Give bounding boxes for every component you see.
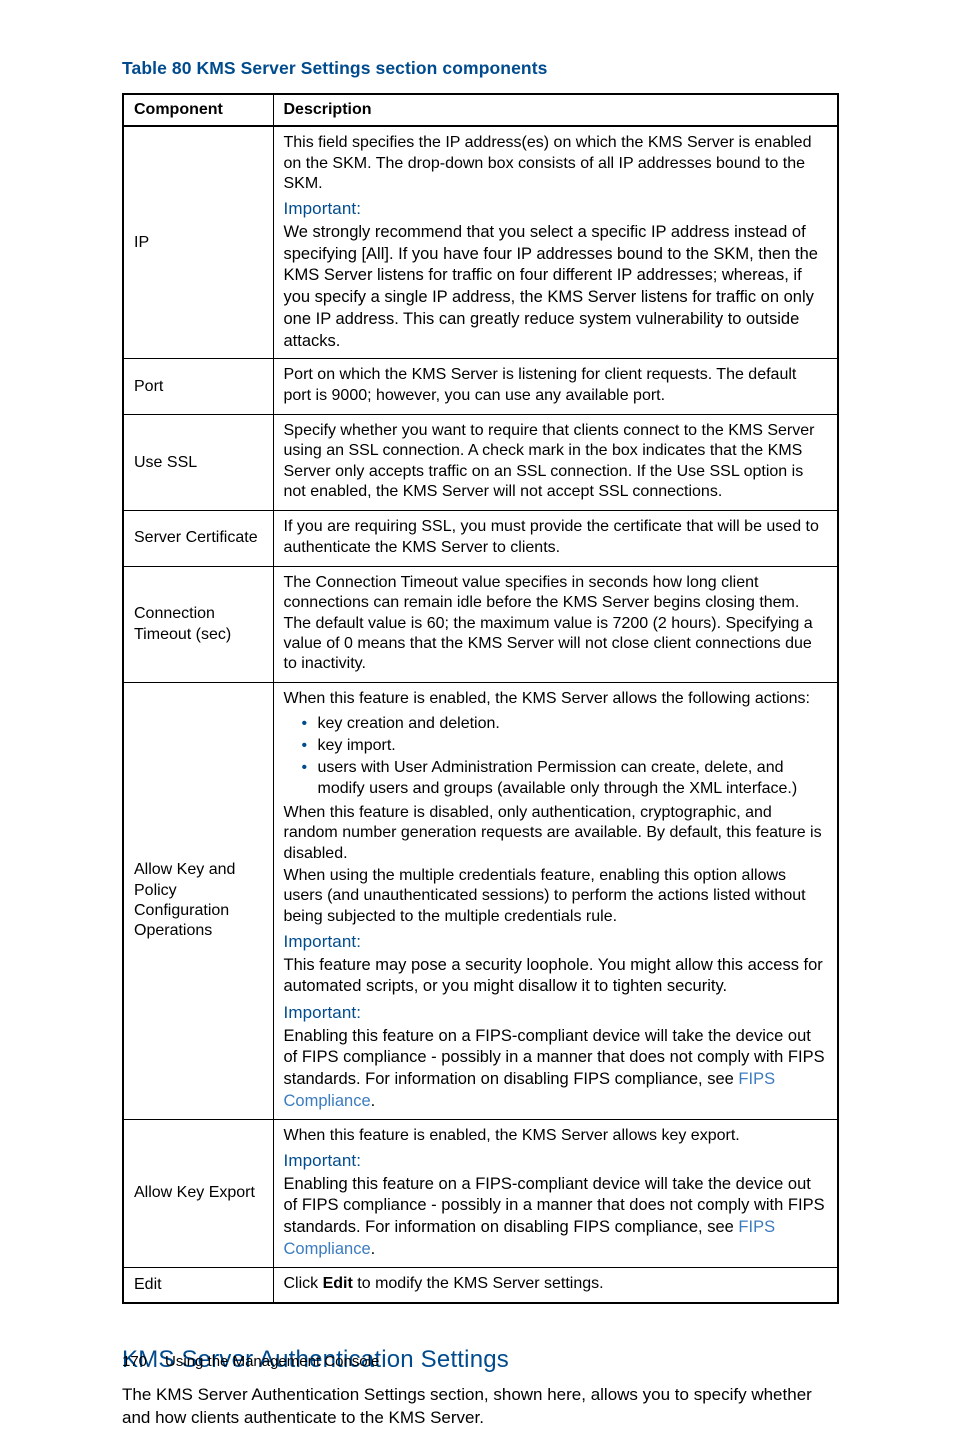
cell-description: If you are requiring SSL, you must provi… [273,511,838,567]
text: Specify whether you want to require that… [284,421,828,502]
text: When this feature is enabled, the KMS Se… [284,1126,828,1146]
important-label: Important: [284,1150,828,1172]
cell-component: Port [123,359,273,415]
list-item: key import. [302,736,828,756]
text: The Connection Timeout value specifies i… [284,573,828,675]
text: When using the multiple credentials feat… [284,866,828,927]
settings-table: Component Description IP This field spec… [122,93,839,1304]
cell-description: This field specifies the IP address(es) … [273,126,838,359]
bullet-list: key creation and deletion. key import. u… [284,714,828,799]
page-footer: 170 Using the Management Console [122,1353,379,1370]
cell-component: Server Certificate [123,511,273,567]
cell-description: Port on which the KMS Server is listenin… [273,359,838,415]
text: Enabling this feature on a FIPS-complian… [284,1174,828,1261]
cell-component: IP [123,126,273,359]
cell-component: Use SSL [123,415,273,511]
important-label: Important: [284,198,828,220]
list-item: users with User Administration Permissio… [302,758,828,799]
text: Click Edit to modify the KMS Server sett… [284,1274,828,1294]
text: Enabling this feature on a FIPS-complian… [284,1026,828,1113]
text: This feature may pose a security loophol… [284,955,828,999]
document-page: Table 80 KMS Server Settings section com… [0,0,954,1430]
table-row: Allow Key and Policy Configuration Opera… [123,683,838,1119]
table-row: Use SSL Specify whether you want to requ… [123,415,838,511]
important-label: Important: [284,1002,828,1024]
table-row: Server Certificate If you are requiring … [123,511,838,567]
table-caption: Table 80 KMS Server Settings section com… [122,58,839,79]
cell-component: Allow Key Export [123,1119,273,1267]
important-label: Important: [284,931,828,953]
table-row: IP This field specifies the IP address(e… [123,126,838,359]
cell-description: The Connection Timeout value specifies i… [273,566,838,683]
section-body: The KMS Server Authentication Settings s… [122,1384,839,1430]
table-row: Connection Timeout (sec) The Connection … [123,566,838,683]
table-header-row: Component Description [123,94,838,126]
header-component: Component [123,94,273,126]
text: When this feature is enabled, the KMS Se… [284,689,828,709]
table-row: Allow Key Export When this feature is en… [123,1119,838,1267]
table-row: Edit Click Edit to modify the KMS Server… [123,1267,838,1303]
cell-description: When this feature is enabled, the KMS Se… [273,683,838,1119]
text: This field specifies the IP address(es) … [284,133,828,194]
text: Port on which the KMS Server is listenin… [284,365,828,406]
cell-component: Allow Key and Policy Configuration Opera… [123,683,273,1119]
text: We strongly recommend that you select a … [284,222,828,353]
text: If you are requiring SSL, you must provi… [284,517,828,558]
cell-component: Connection Timeout (sec) [123,566,273,683]
list-item: key creation and deletion. [302,714,828,734]
header-description: Description [273,94,838,126]
table-row: Port Port on which the KMS Server is lis… [123,359,838,415]
footer-text: Using the Management Console [165,1353,379,1370]
cell-description: Specify whether you want to require that… [273,415,838,511]
cell-description: When this feature is enabled, the KMS Se… [273,1119,838,1267]
cell-component: Edit [123,1267,273,1303]
cell-description: Click Edit to modify the KMS Server sett… [273,1267,838,1303]
page-number: 170 [122,1353,147,1370]
text: When this feature is disabled, only auth… [284,803,828,864]
